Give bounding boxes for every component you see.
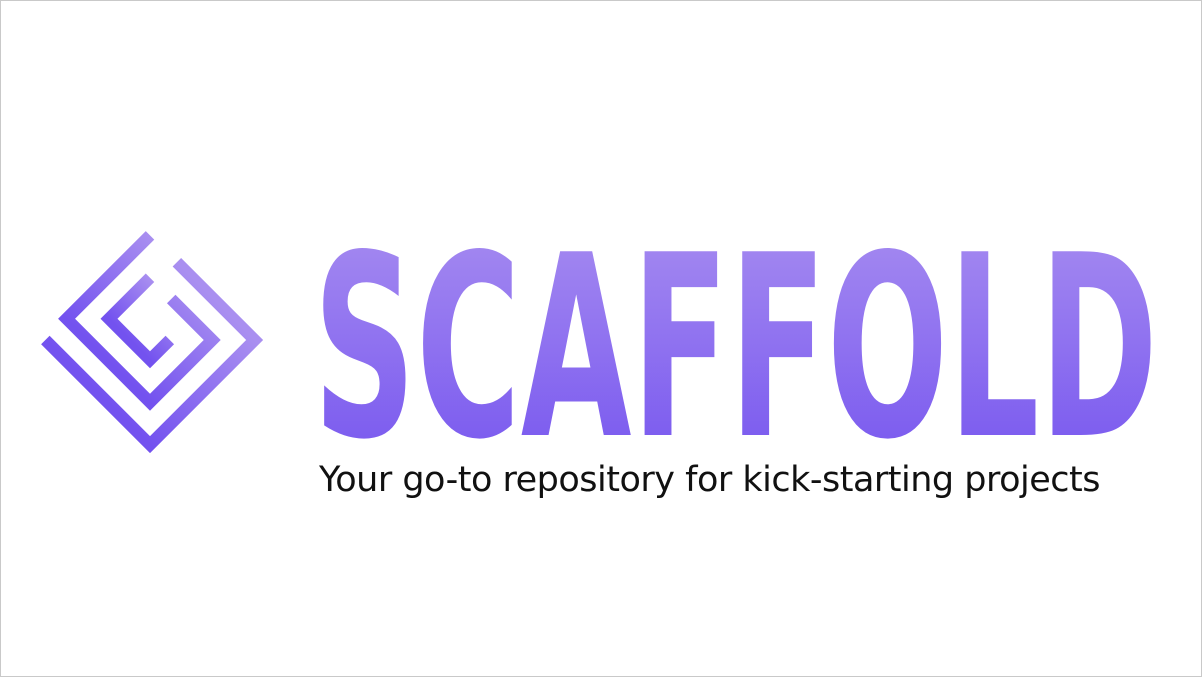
brand-wordmark: SCAFFOLD [313, 243, 1158, 439]
maze-s-diamond-icon [41, 231, 263, 453]
slide-frame: SCAFFOLD Your go-to repository for kick-… [0, 0, 1202, 677]
tagline: Your go-to repository for kick-starting … [319, 460, 1100, 500]
brand-name: SCAFFOLD [313, 243, 1158, 439]
